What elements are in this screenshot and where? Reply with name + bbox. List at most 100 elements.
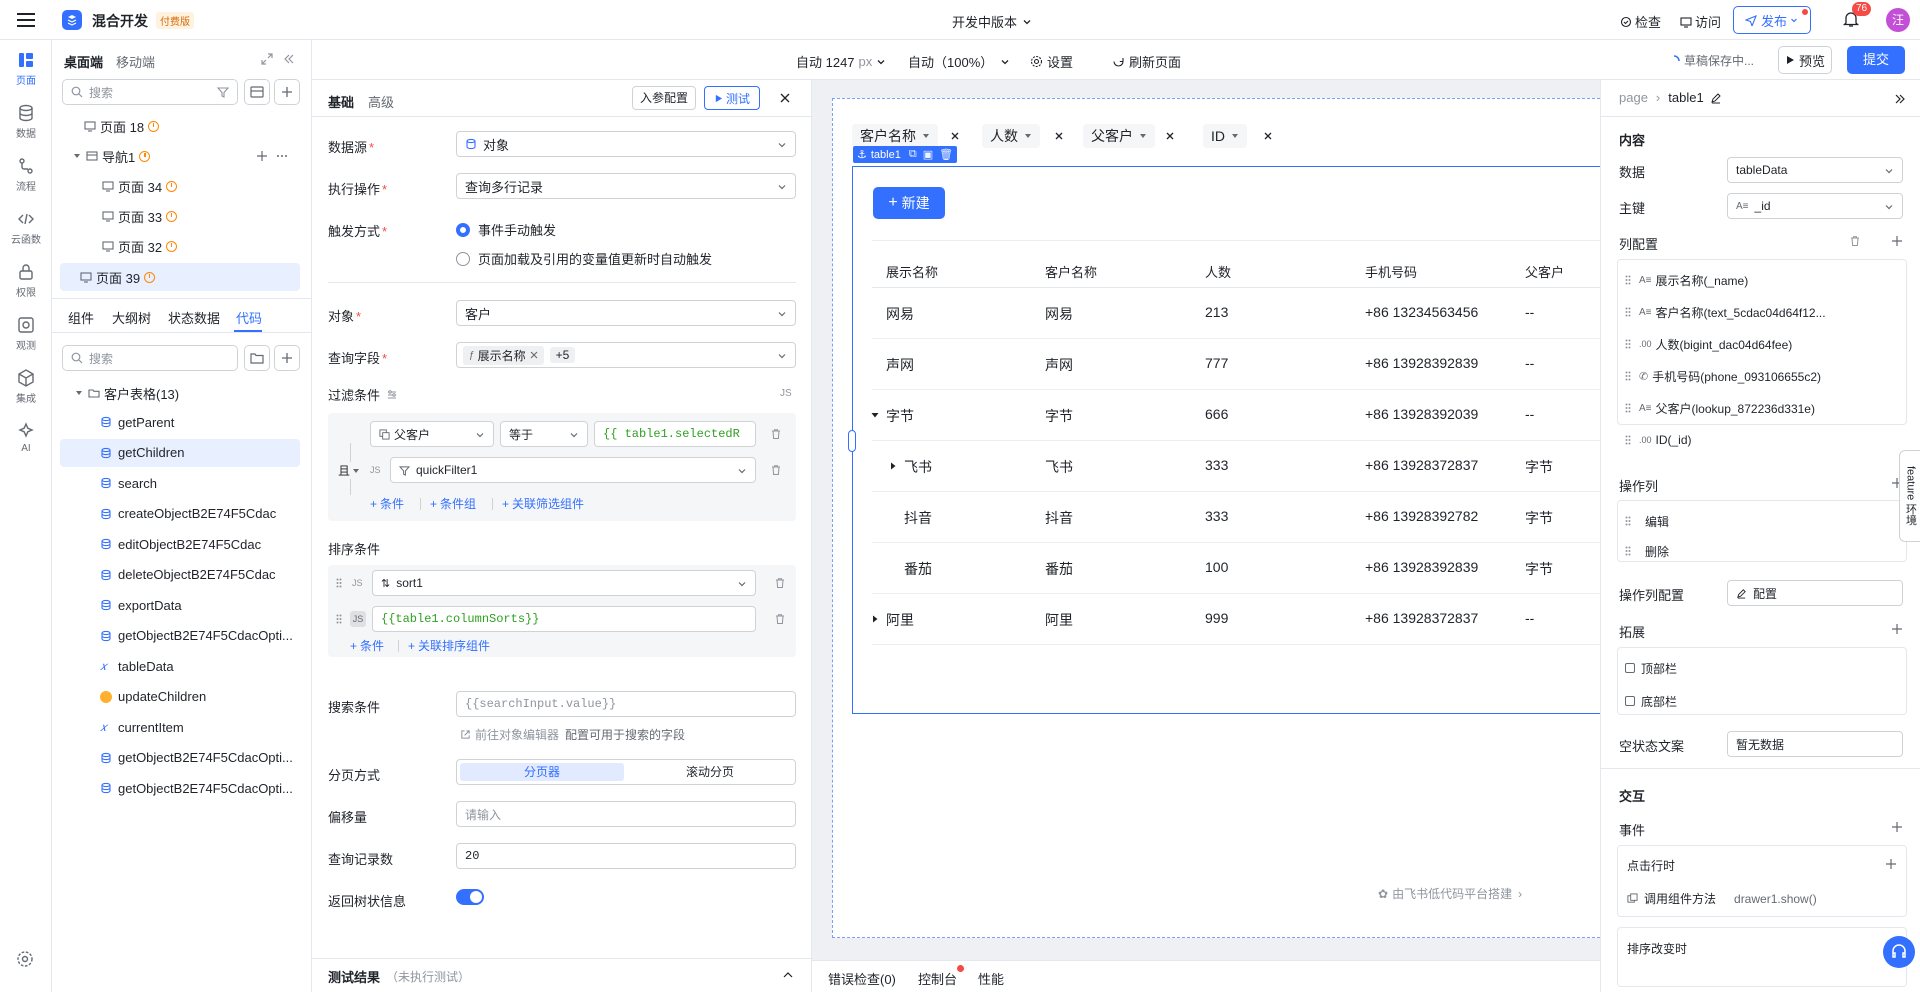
quick-filter-chip[interactable]: 父客户 [1083,124,1155,148]
add-condition-button[interactable]: + 条件 [370,495,404,512]
js-toggle[interactable]: JS [780,388,792,399]
column-header-count[interactable]: 人数 [1205,262,1231,281]
column-config-item[interactable]: ✆ 手机号码(phone_093106655c2) [1625,363,1821,389]
tab-performance[interactable]: 性能 [978,969,1004,988]
ops-config-button[interactable]: 配置 [1727,580,1903,606]
tab-error-check[interactable]: 错误检查(0) [828,969,896,988]
new-record-button[interactable]: + 新建 [873,187,945,219]
op-item-delete[interactable]: 删除 [1625,538,1669,564]
edit-icon[interactable] [1710,92,1722,104]
help-button[interactable] [1883,936,1915,968]
layout-button[interactable] [244,79,270,105]
rail-item-page[interactable]: 页面 [0,50,52,87]
table-row[interactable] [872,288,1600,338]
column-header-display-name[interactable]: 展示名称 [886,262,938,281]
tree-item-page-34[interactable]: 页面 34 [102,172,178,200]
fields-select[interactable]: ƒ 展示名称 +5 [456,342,796,368]
trigger-radio-manual[interactable]: 事件手动触发 [456,220,556,239]
rail-item-function[interactable]: 云函数 [0,209,52,246]
code-group[interactable]: 客户表格(13) [74,379,179,407]
caret-right-icon[interactable] [888,461,898,471]
column-header-parent[interactable]: 父客户 [1525,262,1564,281]
page-search-input[interactable]: 搜索 [62,79,238,105]
settings-gear-icon[interactable] [16,950,36,970]
code-item[interactable]: exportData [100,591,182,619]
trash-icon[interactable] [774,577,786,589]
event-action[interactable]: 调用组件方法 drawer1.show() [1627,890,1817,907]
sort-expression-input[interactable]: {{table1.columnSorts}} [372,606,756,632]
tree-item-page-32[interactable]: 页面 32 [102,232,178,260]
tree-item-page-33[interactable]: 页面 33 [102,202,178,230]
extension-item-bottom-bar[interactable]: 底部栏 [1625,688,1677,714]
filter-value-input[interactable]: {{ table1.selectedR [594,421,756,447]
object-select[interactable]: 客户 [456,300,796,326]
drag-handle-icon[interactable] [336,614,342,624]
code-item[interactable]: updateChildren [100,683,206,711]
close-icon[interactable] [778,91,792,105]
plus-icon[interactable] [1891,821,1903,833]
tab-code[interactable]: 代码 [236,308,262,327]
tab-advanced[interactable]: 高级 [368,92,394,111]
column-config-item[interactable]: .00 ID(_id) [1625,427,1692,453]
column-config-item[interactable]: A≡ 父客户(lookup_872236d331e) [1625,395,1815,421]
add-folder-button[interactable] [244,345,270,371]
column-header-phone[interactable]: 手机号码 [1365,262,1417,281]
paging-option-scroll[interactable]: 滚动分页 [627,763,793,781]
table-row[interactable] [872,543,1600,593]
close-icon[interactable] [1165,131,1175,141]
quick-filter-select[interactable]: quickFilter1 [390,457,756,483]
breadcrumb-page[interactable]: page [1619,90,1648,105]
empty-text-input[interactable]: 暂无数据 [1727,731,1903,757]
more-icon[interactable] [276,150,288,162]
datasource-select[interactable]: 对象 [456,131,796,157]
tree-toggle-switch[interactable] [456,889,484,905]
platform-footer[interactable]: ✿ 由飞书低代码平台搭建 › [1378,885,1522,902]
table-row[interactable] [872,339,1600,389]
trash-icon[interactable] [770,428,782,440]
tab-basic[interactable]: 基础 [328,92,354,111]
table-row[interactable] [872,441,1600,491]
table-row[interactable] [872,390,1600,440]
tree-item-nav-1[interactable]: 导航1 [72,142,308,170]
close-icon[interactable] [530,351,538,359]
tab-outline[interactable]: 大纲树 [112,308,151,327]
avatar[interactable]: 汪 [1886,8,1910,32]
test-result-header[interactable]: 测试结果 （未执行测试） [328,967,470,986]
component-tag[interactable]: ⚓ table1 ⧉ ▣ 🗑 [853,146,958,163]
code-search-input[interactable]: 搜索 [62,345,238,371]
preview-button[interactable]: 预览 [1778,46,1832,74]
rail-item-monitor[interactable]: 观测 [0,315,52,352]
quick-filter-chip[interactable]: 人数 [982,124,1040,148]
add-sort-condition-button[interactable]: + 条件 [350,637,384,654]
code-item[interactable]: getParent [100,408,174,436]
plus-icon[interactable] [1891,623,1903,635]
plus-icon[interactable] [256,150,268,162]
code-item[interactable]: getObjectB2E74F5CdacOpti... [100,744,293,772]
collapse-panel-icon[interactable] [282,52,296,66]
link-sort-component-button[interactable]: + 关联排序组件 [408,637,490,654]
drag-handle-icon[interactable] [1625,546,1631,556]
paging-option-pager[interactable]: 分页器 [460,763,624,781]
filter-operator-select[interactable]: 等于 [500,421,588,447]
rail-item-permission[interactable]: 权限 [0,262,52,299]
close-icon[interactable] [1054,131,1064,141]
column-header-customer-name[interactable]: 客户名称 [1045,262,1097,281]
count-input[interactable]: 20 [456,843,796,869]
code-item[interactable]: getObjectB2E74F5CdacOpti... [100,622,293,650]
publish-button[interactable]: 发布 [1733,6,1811,34]
submit-button[interactable]: 提交 [1847,46,1905,74]
trash-icon[interactable] [774,613,786,625]
code-item[interactable]: 𝑥 tableData [100,652,174,680]
params-config-button[interactable]: 入参配置 [632,86,696,110]
rail-item-data[interactable]: 数据 [0,103,52,140]
tab-state-data[interactable]: 状态数据 [168,308,220,327]
op-item-edit[interactable]: 编辑 [1625,508,1669,534]
search-condition-input[interactable]: {{searchInput.value}} [456,691,796,717]
event-sort-change[interactable]: 排序改变时 [1627,940,1687,957]
and-selector[interactable]: 且 [338,462,361,479]
drag-handle-icon[interactable] [1625,275,1631,285]
filter-icon[interactable] [217,86,229,98]
drag-handle-icon[interactable] [1625,339,1631,349]
drag-handle-icon[interactable] [336,578,342,588]
checkbox-icon[interactable] [1625,663,1635,673]
